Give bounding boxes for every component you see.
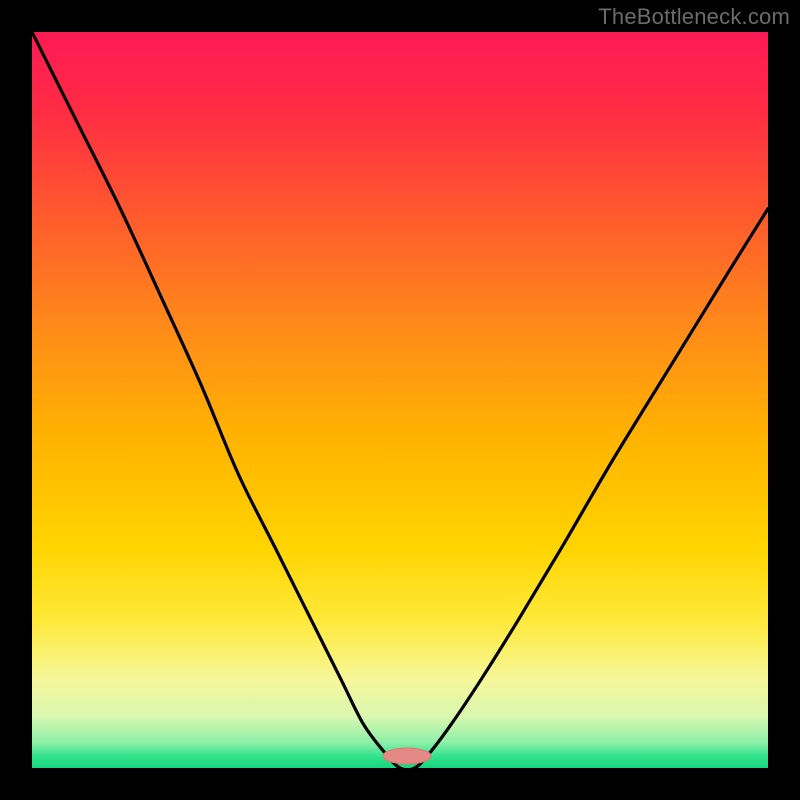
chart-frame: TheBottleneck.com bbox=[0, 0, 800, 800]
optimal-point-marker bbox=[383, 748, 431, 764]
bottleneck-chart bbox=[0, 0, 800, 800]
watermark-text: TheBottleneck.com bbox=[598, 4, 790, 30]
plot-background bbox=[32, 32, 768, 768]
